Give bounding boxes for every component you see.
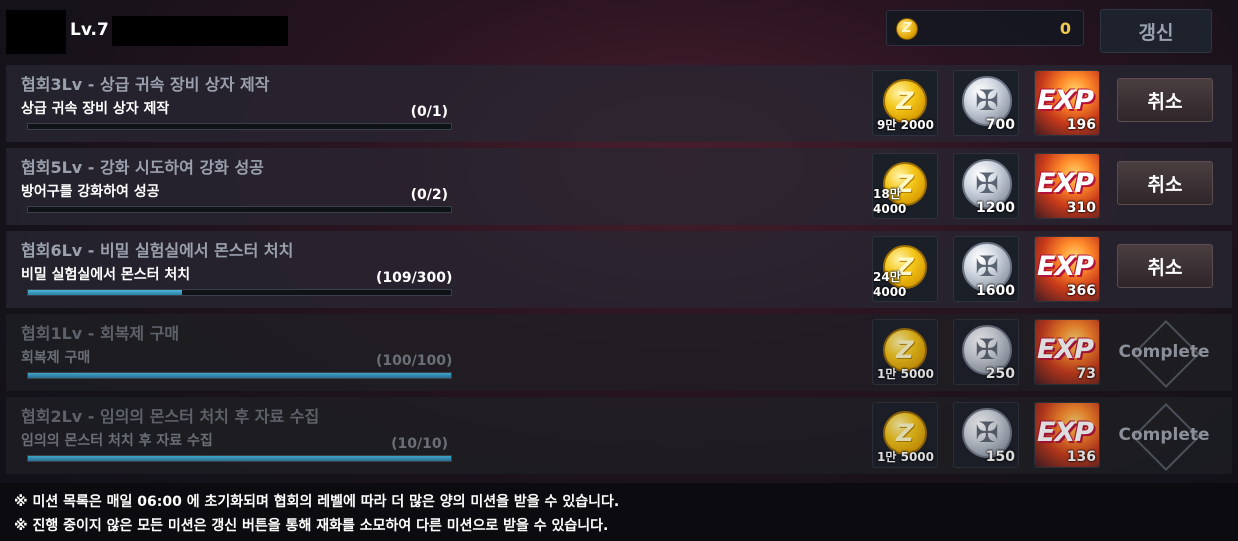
- mission-row: 협회6Lv - 비밀 실험실에서 몬스터 처치 비밀 실험실에서 몬스터 처치 …: [6, 231, 1232, 308]
- refresh-button[interactable]: 갱신: [1100, 9, 1212, 53]
- progress-bar-fill: [28, 373, 451, 378]
- complete-label: Complete: [1118, 342, 1210, 362]
- exp-label: EXP: [1037, 85, 1094, 116]
- exp-reward-amount: 366: [1066, 283, 1096, 299]
- footer-notes: ※ 미션 목록은 매일 06:00 에 초기화되며 협회의 레벨에 따라 더 많…: [0, 483, 1238, 541]
- cancel-button[interactable]: 취소: [1117, 244, 1213, 288]
- gold-reward-amount: 1만 5000: [877, 367, 934, 381]
- gold-reward: 1만 5000: [872, 402, 938, 468]
- silver-reward-amount: 700: [985, 117, 1015, 133]
- mission-progress-text: (109/300): [376, 270, 453, 286]
- gold-reward-amount: 24만 4000: [873, 270, 907, 299]
- footer-note-reset: ※ 미션 목록은 매일 06:00 에 초기화되며 협회의 레벨에 따라 더 많…: [14, 494, 620, 510]
- mission-progress-text: (0/1): [410, 104, 448, 120]
- progress-bar-fill: [28, 456, 451, 461]
- progress-bar: [27, 123, 452, 130]
- exp-reward-amount: 73: [1076, 366, 1096, 382]
- exp-label: EXP: [1037, 417, 1094, 448]
- exp-reward: EXP 73: [1034, 319, 1100, 385]
- complete-label: Complete: [1118, 425, 1210, 445]
- exp-reward: EXP 136: [1034, 402, 1100, 468]
- gold-reward-amount: 18만 4000: [873, 187, 907, 216]
- mission-title: 협회5Lv - 강화 시도하여 강화 성공: [21, 158, 264, 177]
- complete-badge: Complete: [1118, 319, 1210, 385]
- gold-reward: 9만 2000: [872, 70, 938, 136]
- silver-reward: 700: [953, 70, 1019, 136]
- progress-bar: [27, 206, 452, 213]
- cancel-button[interactable]: 취소: [1117, 78, 1213, 122]
- gold-coin-icon: [896, 18, 918, 40]
- silver-reward: 150: [953, 402, 1019, 468]
- mission-progress-text: (0/2): [410, 187, 448, 203]
- silver-reward: 250: [953, 319, 1019, 385]
- progress-bar-fill: [28, 290, 182, 295]
- exp-reward: EXP 366: [1034, 236, 1100, 302]
- footer-note-refresh: ※ 진행 중이지 않은 모든 미션은 갱신 버튼을 통해 재화를 소모하여 다른…: [14, 518, 609, 534]
- mission-row-completed: 협회1Lv - 회복제 구매 회복제 구매 (100/100) 1만 5000 …: [6, 314, 1232, 391]
- exp-label: EXP: [1037, 168, 1094, 199]
- silver-reward-amount: 1200: [976, 200, 1015, 216]
- gold-reward-amount: 9만 2000: [877, 118, 934, 132]
- mission-description: 상급 귀속 장비 상자 제작: [21, 101, 170, 117]
- mission-progress-text: (10/10): [391, 436, 448, 452]
- exp-reward-amount: 196: [1066, 117, 1096, 133]
- silver-reward-amount: 1600: [976, 283, 1015, 299]
- mission-description: 임의의 몬스터 처치 후 자료 수집: [21, 433, 213, 449]
- mission-progress-text: (100/100): [376, 353, 453, 369]
- cancel-button[interactable]: 취소: [1117, 161, 1213, 205]
- mission-row: 협회3Lv - 상급 귀속 장비 상자 제작 상급 귀속 장비 상자 제작 (0…: [6, 65, 1232, 142]
- mission-row-completed: 협회2Lv - 임의의 몬스터 처치 후 자료 수집 임의의 몬스터 처치 후 …: [6, 397, 1232, 474]
- silver-reward: 1600: [953, 236, 1019, 302]
- mission-description: 비밀 실험실에서 몬스터 처치: [21, 267, 191, 283]
- gold-reward: 1만 5000: [872, 319, 938, 385]
- progress-bar: [27, 372, 452, 379]
- silver-reward-amount: 250: [985, 366, 1015, 382]
- gold-reward-amount: 1만 5000: [877, 450, 934, 464]
- exp-reward-amount: 310: [1066, 200, 1096, 216]
- mission-description: 방어구를 강화하여 성공: [21, 184, 160, 200]
- redacted-avatar: [6, 10, 66, 54]
- exp-label: EXP: [1037, 334, 1094, 365]
- gold-reward: 18만 4000: [872, 153, 938, 219]
- exp-reward: EXP 310: [1034, 153, 1100, 219]
- progress-bar: [27, 289, 452, 296]
- mission-title: 협회6Lv - 비밀 실험실에서 몬스터 처치: [21, 241, 294, 260]
- redacted-player-name: [112, 16, 288, 46]
- mission-row: 협회5Lv - 강화 시도하여 강화 성공 방어구를 강화하여 성공 (0/2)…: [6, 148, 1232, 225]
- exp-reward-amount: 136: [1066, 449, 1096, 465]
- progress-bar: [27, 455, 452, 462]
- silver-reward: 1200: [953, 153, 1019, 219]
- mission-title: 협회2Lv - 임의의 몬스터 처치 후 자료 수집: [21, 407, 320, 426]
- exp-reward: EXP 196: [1034, 70, 1100, 136]
- mission-title: 협회3Lv - 상급 귀속 장비 상자 제작: [21, 75, 270, 94]
- mission-description: 회복제 구매: [21, 350, 91, 366]
- mission-title: 협회1Lv - 회복제 구매: [21, 324, 180, 343]
- gold-reward: 24만 4000: [872, 236, 938, 302]
- exp-label: EXP: [1037, 251, 1094, 282]
- player-level: Lv.7: [70, 20, 109, 40]
- currency-display: 0: [886, 10, 1084, 46]
- header-bar: Lv.7 0 갱신: [0, 0, 1238, 60]
- silver-reward-amount: 150: [985, 449, 1015, 465]
- complete-badge: Complete: [1118, 402, 1210, 468]
- currency-amount: 0: [1059, 19, 1071, 38]
